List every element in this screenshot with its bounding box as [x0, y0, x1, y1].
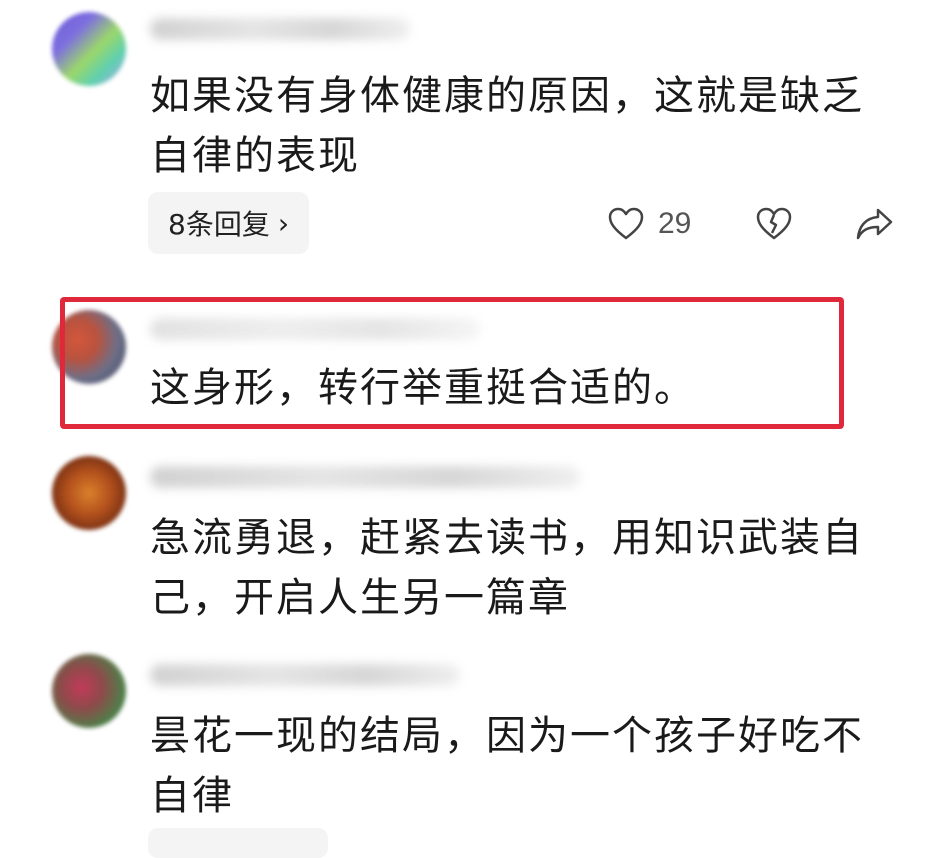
dislike-broken-heart-icon: [756, 207, 792, 240]
comment-4: 昙花一现的结局，因为一个孩子好吃不 自律: [0, 640, 948, 840]
avatar[interactable]: [52, 456, 126, 530]
comment-1: 如果没有身体健康的原因，这就是缺乏 自律的表现 8条回复 › 29: [0, 0, 948, 270]
view-replies-button[interactable]: [148, 828, 328, 858]
comment-text-line: 自律: [150, 773, 234, 819]
comment-text: 昙花一现的结局，因为一个孩子好吃不 自律: [150, 706, 890, 826]
heart-outline-icon: [608, 207, 644, 240]
comment-text: 如果没有身体健康的原因，这就是缺乏 自律的表现: [150, 66, 890, 186]
comment-text-line: 昙花一现的结局，因为一个孩子好吃不: [150, 713, 864, 759]
comment-text-line: 急流勇退，赶紧去读书，用知识武装自: [150, 515, 864, 561]
like-count: 29: [658, 207, 692, 240]
comment-text-line: 如果没有身体健康的原因，这就是缺乏: [150, 73, 864, 119]
comment-text-line: 己，开启人生另一篇章: [150, 575, 570, 621]
username-blurred[interactable]: [150, 466, 580, 488]
chevron-right-icon: ›: [277, 206, 290, 240]
share-arrow-icon: [856, 208, 893, 240]
avatar[interactable]: [52, 654, 126, 728]
username-blurred[interactable]: [150, 664, 460, 686]
share-button[interactable]: [856, 200, 894, 248]
username-blurred[interactable]: [150, 18, 410, 40]
avatar[interactable]: [52, 12, 126, 86]
comment-3: 急流勇退，赶紧去读书，用知识武装自 己，开启人生另一篇章: [0, 440, 948, 640]
like-button[interactable]: 29: [608, 200, 691, 248]
replies-label: 8条回复: [168, 208, 270, 241]
comment-text: 急流勇退，赶紧去读书，用知识武装自 己，开启人生另一篇章: [150, 508, 890, 628]
dislike-button[interactable]: [756, 200, 792, 248]
view-replies-button[interactable]: 8条回复 ›: [148, 192, 310, 254]
comment-text-line: 自律的表现: [150, 133, 360, 179]
highlight-box: [60, 297, 844, 429]
